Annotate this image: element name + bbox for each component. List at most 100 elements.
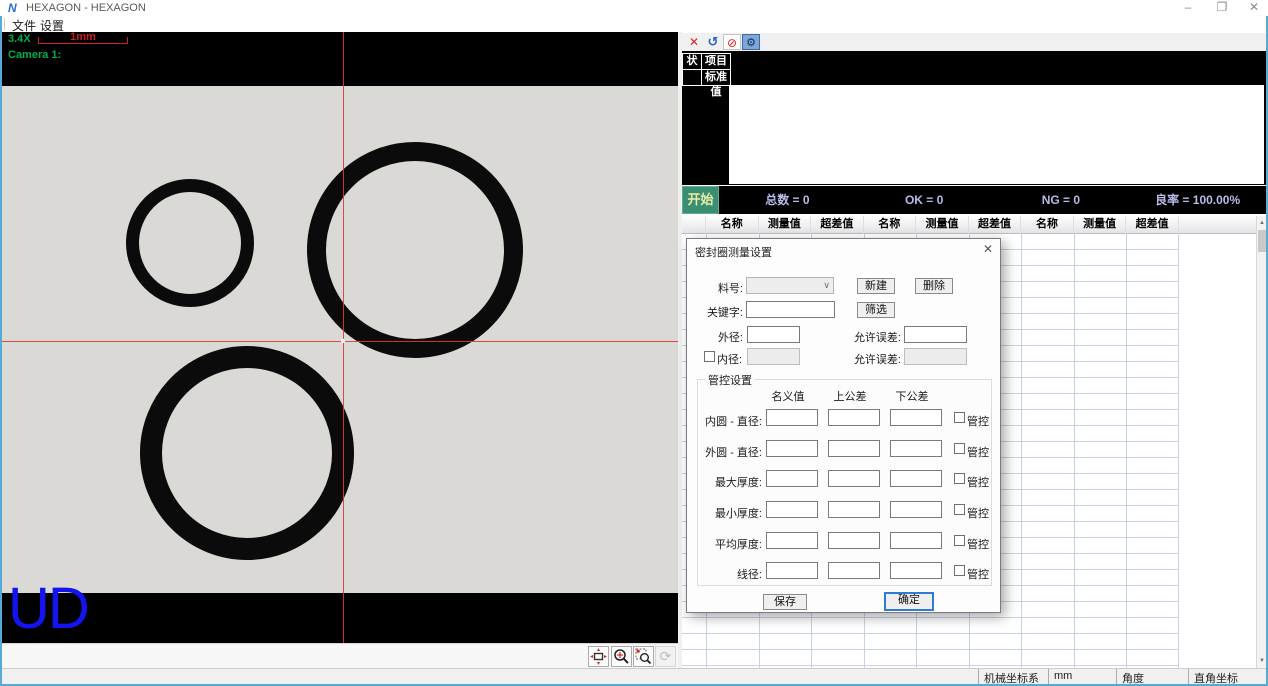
results-header-cell: 名称 [706, 216, 759, 234]
control-upper-input[interactable] [828, 501, 880, 518]
control-upper-input[interactable] [828, 440, 880, 457]
control-manage-label: 管控 [967, 566, 989, 582]
control-row-label: 最大厚度: [698, 474, 762, 490]
control-manage-label: 管控 [967, 474, 989, 490]
zoom-fit-button[interactable] [611, 646, 632, 667]
results-header-cell: 测量值 [1074, 216, 1127, 234]
control-upper-input[interactable] [828, 409, 880, 426]
control-manage-checkbox[interactable] [954, 412, 965, 423]
delete-button[interactable]: 删除 [915, 278, 953, 294]
no-entry-icon: ⊘ [727, 36, 737, 50]
measure-toolbar: ✕ ↺ ⊘ ⚙ [682, 33, 1266, 51]
control-upper-input[interactable] [828, 470, 880, 487]
save-button[interactable]: 保存 [763, 594, 807, 610]
start-button[interactable]: 开始 [682, 186, 719, 214]
inner-diameter-input[interactable] [747, 348, 800, 365]
title-bar: N HEXAGON - HEXAGON – ❐ ✕ [0, 0, 1268, 16]
red-x-icon: ✕ [689, 35, 699, 49]
scroll-thumb[interactable] [1258, 230, 1266, 252]
results-header-cell: 超差值 [969, 216, 1022, 234]
reset-button[interactable]: ↺ [705, 34, 721, 50]
scale-bar-label: 1mm [38, 32, 128, 43]
control-row-label: 线径: [698, 566, 762, 582]
results-scrollbar[interactable]: ▲ ▼ [1256, 216, 1266, 668]
outer-tolerance-input[interactable] [904, 326, 967, 343]
ring-small [126, 179, 254, 307]
control-nominal-input[interactable] [766, 501, 818, 518]
inner-diameter-label: 内径: [717, 351, 743, 367]
undo-icon: ↺ [708, 34, 719, 49]
control-lower-input[interactable] [890, 501, 942, 518]
control-nominal-input[interactable] [766, 470, 818, 487]
close-button[interactable]: ✕ [1240, 0, 1268, 15]
control-lower-input[interactable] [890, 409, 942, 426]
results-header-cell: 测量值 [759, 216, 812, 234]
control-row-label: 最小厚度: [698, 505, 762, 521]
control-nominal-input[interactable] [766, 440, 818, 457]
app-window: N HEXAGON - HEXAGON – ❐ ✕ 文件 设置 3.4X 1mm… [0, 0, 1268, 686]
stat-total: 总数 = 0 [719, 186, 856, 214]
control-nominal-input[interactable] [766, 409, 818, 426]
actual-size-button[interactable] [588, 646, 609, 667]
scale-bar [38, 43, 128, 44]
control-nominal-input[interactable] [766, 562, 818, 579]
control-manage-checkbox[interactable] [954, 443, 965, 454]
control-lower-input[interactable] [890, 440, 942, 457]
col-status-blank [682, 69, 702, 86]
control-manage-label: 管控 [967, 413, 989, 429]
crosshair-center-dot [341, 339, 345, 343]
restore-button[interactable]: ❐ [1208, 0, 1236, 15]
part-number-label: 料号: [707, 280, 743, 296]
control-lower-input[interactable] [890, 562, 942, 579]
toolbar-grip [4, 18, 5, 30]
dialog-close-icon[interactable]: ✕ [981, 242, 995, 256]
status-bar: 机械坐标系 mm 角度 直角坐标 [0, 668, 1268, 684]
camera-image [2, 86, 678, 593]
control-manage-checkbox[interactable] [954, 565, 965, 576]
crosshair-vertical-line [343, 32, 344, 643]
stat-ng: NG = 0 [993, 186, 1130, 214]
control-lower-input[interactable] [890, 532, 942, 549]
stats-bar: 开始 总数 = 0 OK = 0 NG = 0 良率 = 100.00% [682, 186, 1266, 214]
inner-tolerance-input[interactable] [904, 348, 967, 365]
filter-button[interactable]: 筛选 [857, 302, 895, 318]
create-button[interactable]: 新建 [857, 278, 895, 294]
control-manage-checkbox[interactable] [954, 504, 965, 515]
crosshair-horizontal-line [2, 341, 678, 342]
camera-viewport[interactable]: 3.4X 1mm Camera 1: UD [2, 32, 678, 643]
outer-diameter-input[interactable] [747, 326, 800, 343]
window-title: HEXAGON - HEXAGON [26, 2, 146, 14]
control-manage-label: 管控 [967, 444, 989, 460]
gear-icon: ⚙ [746, 37, 756, 49]
statusbar-units: mm [1048, 669, 1116, 685]
nominal-column-header: 名义值 [762, 388, 814, 404]
col-item-header: 项目 [701, 53, 731, 70]
keyword-input[interactable] [746, 301, 835, 318]
cancel-button[interactable]: ⊘ [723, 34, 741, 50]
col-status-header: 状态 [682, 53, 702, 70]
control-upper-input[interactable] [828, 562, 880, 579]
control-lower-input[interactable] [890, 470, 942, 487]
ok-button[interactable]: 确定 [884, 592, 934, 611]
window-border-left [0, 16, 2, 684]
col-standard-header: 标准值 [701, 69, 731, 86]
inner-diameter-checkbox[interactable] [704, 351, 715, 362]
seal-measure-settings-dialog: 密封圈测量设置 ✕ 料号: ∨ 新建 删除 关键字: 筛选 外径: 允许误差: … [686, 238, 1001, 613]
refresh-button[interactable]: ⟳ [655, 646, 676, 667]
control-manage-checkbox[interactable] [954, 535, 965, 546]
menu-bar: 文件 设置 [0, 16, 1268, 32]
statusbar-rect-coords: 直角坐标 [1188, 669, 1266, 685]
zoom-region-button[interactable] [633, 646, 654, 667]
control-nominal-input[interactable] [766, 532, 818, 549]
control-row-label: 内圆 - 直径: [698, 413, 762, 429]
part-number-dropdown[interactable]: ∨ [746, 277, 834, 294]
lower-tol-column-header: 下公差 [886, 388, 938, 404]
control-upper-input[interactable] [828, 532, 880, 549]
delete-item-button[interactable]: ✕ [686, 34, 702, 50]
upper-tol-column-header: 上公差 [824, 388, 876, 404]
settings-button[interactable]: ⚙ [742, 34, 760, 50]
inner-tolerance-label: 允许误差: [847, 351, 901, 367]
minimize-button[interactable]: – [1174, 0, 1202, 15]
keyword-label: 关键字: [697, 304, 743, 320]
control-manage-checkbox[interactable] [954, 473, 965, 484]
